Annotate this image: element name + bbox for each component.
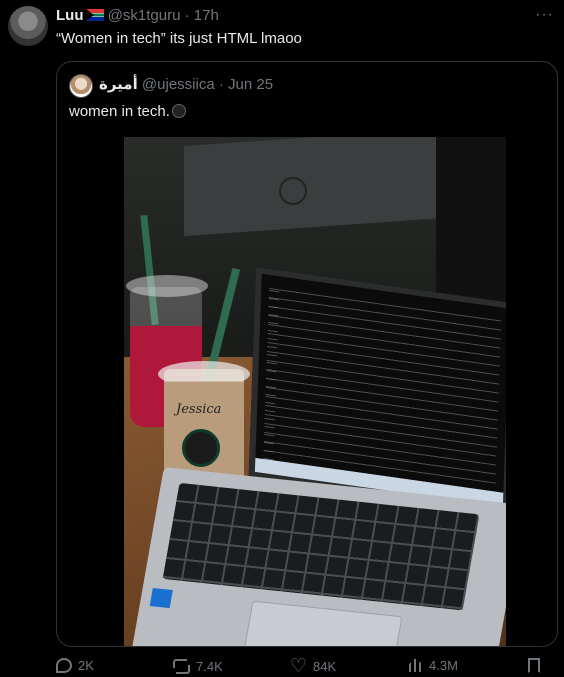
laptop-screen <box>248 267 506 514</box>
cup-name-text: Jessica <box>176 402 222 417</box>
starbucks-logo-icon <box>182 429 220 467</box>
reply-count: 2K <box>78 658 94 673</box>
ninja-emoji-icon <box>171 104 186 118</box>
author-handle[interactable]: @sk1tguru <box>108 7 181 24</box>
heart-icon <box>290 655 307 677</box>
quoted-date[interactable]: Jun 25 <box>228 76 273 93</box>
reply-button[interactable]: 2K <box>56 658 94 673</box>
more-options-icon[interactable]: ··· <box>535 6 554 24</box>
bookmark-icon <box>528 658 540 673</box>
repost-count: 7.4K <box>196 659 223 674</box>
tweet-text: “Women in tech” its just HTML lmaoo <box>56 30 302 47</box>
tweet-time[interactable]: 17h <box>194 7 219 24</box>
touchpad <box>241 600 403 646</box>
time-separator: · <box>184 7 190 24</box>
quoted-author-name[interactable]: أميرة <box>99 76 138 93</box>
like-count: 84K <box>313 659 337 674</box>
quoted-tweet-header: أميرة @ujessiica · Jun 25 <box>99 76 273 94</box>
author-name[interactable]: Luu <box>56 7 84 24</box>
background-laptop <box>184 137 444 237</box>
quoted-text-label: women in tech. <box>69 103 170 120</box>
author-avatar[interactable] <box>8 6 48 46</box>
intel-sticker-icon <box>149 588 173 609</box>
hp-logo-icon <box>279 177 307 205</box>
south-africa-flag-icon <box>85 9 104 21</box>
bookmark-button[interactable] <box>528 658 540 673</box>
keyboard <box>162 482 480 611</box>
like-button[interactable]: 84K <box>290 655 337 677</box>
reply-icon <box>56 658 72 673</box>
views-count: 4.3M <box>429 658 458 673</box>
quoted-tweet-text: women in tech. <box>69 102 186 122</box>
quoted-author-avatar[interactable] <box>69 74 93 98</box>
views-icon <box>409 659 421 672</box>
quoted-tweet[interactable]: أميرة @ujessiica · Jun 25 women in tech.… <box>56 61 558 647</box>
views-button[interactable]: 4.3M <box>409 658 458 673</box>
tweet-header: Luu @sk1tguru · 17h <box>56 7 219 25</box>
quoted-photo[interactable]: Jessica <box>124 137 506 646</box>
repost-icon <box>173 658 190 675</box>
repost-button[interactable]: 7.4K <box>173 658 223 675</box>
action-bar: 2K 7.4K 84K 4.3M <box>0 655 564 677</box>
quoted-separator: · <box>218 76 224 93</box>
quoted-author-handle[interactable]: @ujessiica <box>142 76 215 93</box>
